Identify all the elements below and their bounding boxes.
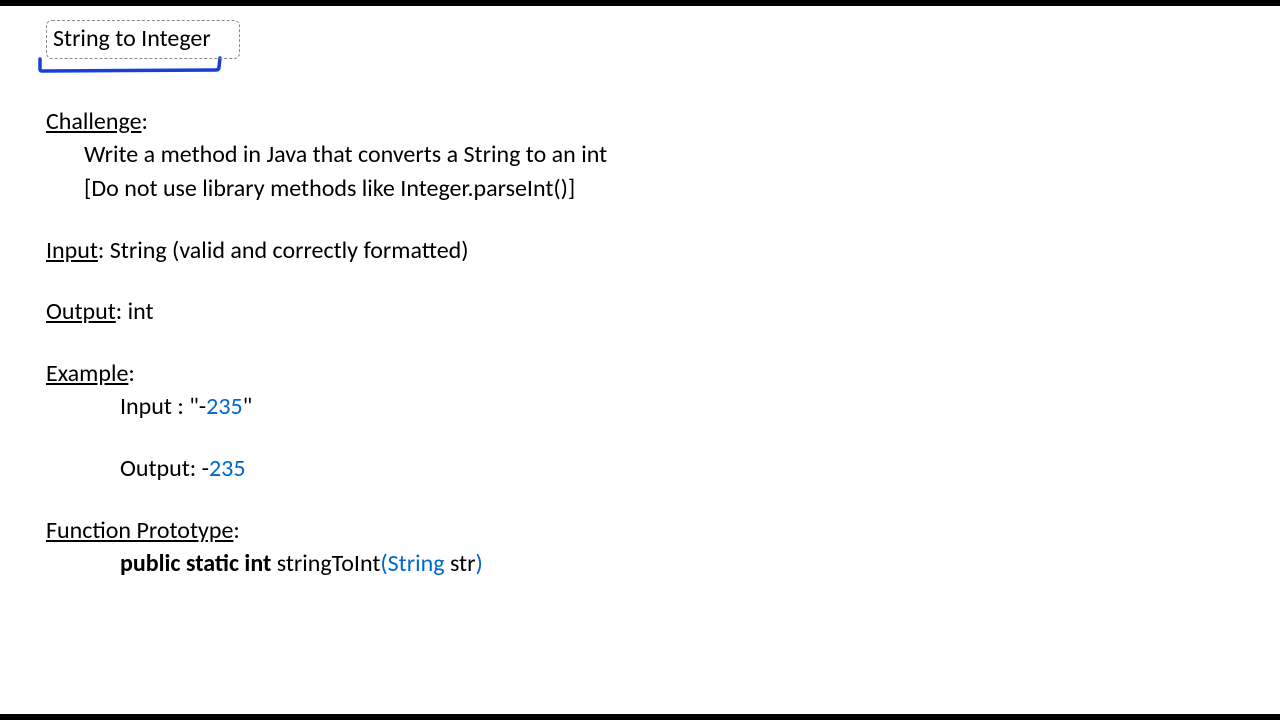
challenge-line1: Write a method in Java that converts a S… bbox=[84, 138, 1234, 172]
prototype-heading: Function Prototype: bbox=[46, 514, 1234, 548]
output-line: Output: int bbox=[46, 295, 1234, 329]
letterbox-bottom bbox=[0, 714, 1280, 720]
prototype-section: Function Prototype: public static int st… bbox=[46, 514, 1234, 581]
challenge-line2: [Do not use library methods like Integer… bbox=[84, 172, 1234, 206]
example-heading: Example: bbox=[46, 357, 1234, 391]
title-box: String to Integer bbox=[46, 20, 240, 59]
output-section: Output: int bbox=[46, 295, 1234, 329]
input-section: Input: String (valid and correctly forma… bbox=[46, 234, 1234, 268]
document-page: String to Integer Challenge: Write a met… bbox=[0, 6, 1280, 581]
prototype-code: public static int stringToInt(String str… bbox=[120, 547, 1234, 581]
example-input: Input : "-235" bbox=[120, 390, 1234, 424]
input-line: Input: String (valid and correctly forma… bbox=[46, 234, 1234, 268]
example-section: Example: Input : "-235" Output: -235 bbox=[46, 357, 1234, 486]
example-output: Output: -235 bbox=[120, 452, 1234, 486]
challenge-section: Challenge: Write a method in Java that c… bbox=[46, 105, 1234, 206]
challenge-heading: Challenge: bbox=[46, 105, 1234, 139]
title-text: String to Integer bbox=[53, 24, 211, 53]
